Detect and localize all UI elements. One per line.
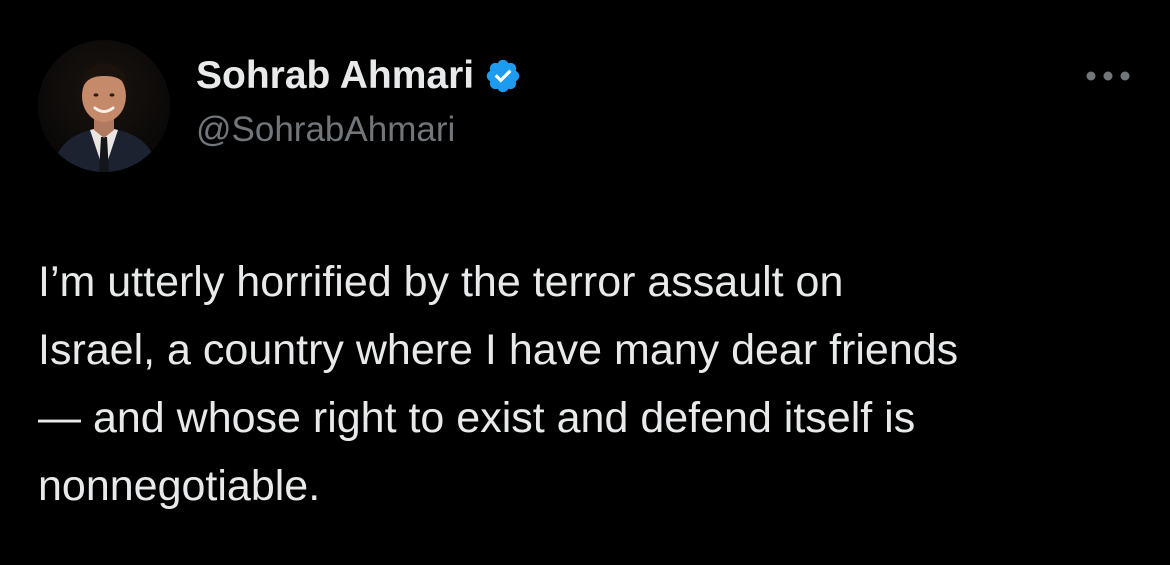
tweet-text-line: nonnegotiable. [38, 462, 321, 510]
avatar-photo [38, 40, 170, 172]
author-display-name[interactable]: Sohrab Ahmari [196, 52, 474, 100]
author-avatar[interactable] [38, 40, 170, 172]
author-handle[interactable]: @SohrabAhmari [196, 108, 455, 152]
more-options-icon [1086, 71, 1130, 81]
tweet-text-line: Israel, a country where I have many dear… [38, 326, 959, 374]
author-name-row: Sohrab Ahmari [196, 52, 522, 100]
verified-badge-icon[interactable] [484, 57, 522, 95]
more-options-button[interactable] [1078, 56, 1138, 96]
tweet-text-line: I’m utterly horrified by the terror assa… [38, 258, 844, 306]
tweet-card: Sohrab Ahmari @SohrabAhmari I’m utterly … [0, 0, 1170, 565]
tweet-text-line: — and whose right to exist and defend it… [38, 394, 916, 442]
tweet-text: I’m utterly horrified by the terror assa… [38, 248, 1148, 520]
